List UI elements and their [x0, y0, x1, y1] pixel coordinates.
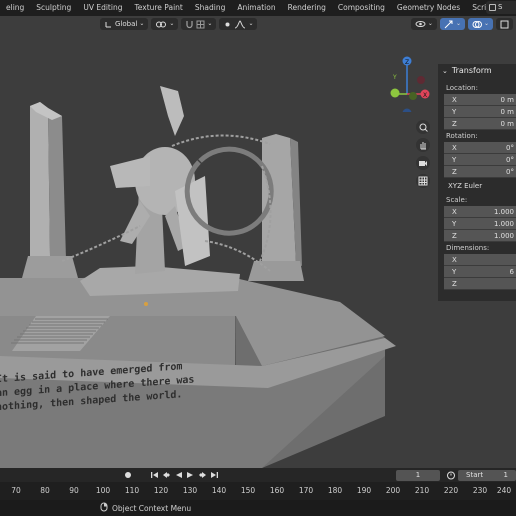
start-value: 1: [503, 471, 508, 479]
rotation-x-field[interactable]: X 0°: [444, 142, 516, 154]
scene-name: S: [498, 3, 503, 11]
tab-modeling[interactable]: eling: [0, 0, 30, 16]
rotation-mode-dropdown[interactable]: XYZ Euler: [444, 180, 516, 192]
ruler-tick: 110: [124, 486, 140, 495]
start-label: Start: [466, 471, 484, 479]
ruler-tick: 70: [11, 486, 21, 495]
gizmo-x-label: X: [423, 92, 427, 99]
jump-end-button[interactable]: [208, 469, 220, 480]
3d-viewport[interactable]: Global ⌄ ⌄ ⌄ ⌄ ⌄ ⌄ ⌄ It is said to have …: [0, 16, 516, 468]
status-bar: Object Context Menu: [0, 500, 516, 516]
tab-texture-paint[interactable]: Texture Paint: [128, 0, 188, 16]
hand-icon: [420, 142, 426, 150]
workspace-tab-bar: eling Sculpting UV Editing Texture Paint…: [0, 0, 516, 16]
ruler-tick: 220: [443, 486, 459, 495]
location-label: Location:: [446, 84, 478, 92]
camera-view-button[interactable]: [416, 156, 430, 170]
next-keyframe-icon: [198, 471, 206, 478]
dimensions-x-field[interactable]: X: [444, 254, 516, 266]
ruler-tick: 200: [385, 486, 401, 495]
scene-icon: [489, 3, 496, 11]
gizmo-z-label: Z: [405, 59, 409, 66]
gizmo-neg-x-axis[interactable]: [417, 76, 425, 84]
ruler-tick: 150: [240, 486, 256, 495]
gizmo-y-axis[interactable]: [390, 88, 400, 98]
tab-compositing[interactable]: Compositing: [332, 0, 391, 16]
pan-view-button[interactable]: [416, 138, 430, 152]
magnifier-icon: [419, 123, 428, 132]
next-keyframe-button[interactable]: [196, 469, 208, 480]
frame-ruler[interactable]: 70 80 90 100 110 120 130 140 150 160 170…: [0, 482, 516, 500]
toggle-perspective-button[interactable]: [416, 174, 430, 188]
play-button[interactable]: [184, 469, 196, 480]
ruler-tick: 190: [356, 486, 372, 495]
tab-geometry-nodes[interactable]: Geometry Nodes: [391, 0, 466, 16]
mouse-right-icon: [100, 502, 108, 514]
ruler-tick: 130: [182, 486, 198, 495]
ruler-tick: 100: [95, 486, 111, 495]
dimensions-y-field[interactable]: Y6: [444, 266, 516, 278]
start-frame-field[interactable]: Start 1: [458, 470, 516, 481]
jump-start-button[interactable]: [148, 469, 160, 480]
scene-selector[interactable]: S: [486, 1, 516, 14]
ruler-tick: 140: [211, 486, 227, 495]
scale-z-field[interactable]: Z 1.000: [444, 230, 516, 242]
chevron-down-icon: ⌄: [442, 67, 448, 75]
tab-rendering[interactable]: Rendering: [282, 0, 332, 16]
timeline-header: 1 Start 1: [0, 468, 516, 482]
gizmo-neg-z-axis[interactable]: [402, 108, 412, 113]
record-dot-icon: [125, 471, 131, 478]
rotation-label: Rotation:: [446, 132, 478, 140]
dimensions-label: Dimensions:: [446, 244, 490, 252]
tab-shading[interactable]: Shading: [189, 0, 231, 16]
scale-x-field[interactable]: X 1.000: [444, 206, 516, 218]
ruler-tick: 120: [153, 486, 169, 495]
navigation-gizmo[interactable]: Z X Y: [385, 52, 435, 112]
tab-animation[interactable]: Animation: [231, 0, 281, 16]
ruler-tick: 170: [298, 486, 314, 495]
tab-uv-editing[interactable]: UV Editing: [77, 0, 128, 16]
transform-panel-header[interactable]: ⌄ Transform: [438, 64, 516, 78]
play-reverse-icon: [175, 471, 182, 478]
jump-start-icon: [150, 471, 158, 478]
ruler-tick: 230: [472, 486, 488, 495]
rotation-z-field[interactable]: Z 0°: [444, 166, 516, 178]
ruler-tick: 180: [327, 486, 343, 495]
location-x-field[interactable]: X0 m: [444, 94, 516, 106]
stopwatch-icon[interactable]: [446, 470, 456, 482]
grid-icon: [418, 176, 428, 186]
panel-title: Transform: [451, 66, 492, 75]
gizmo-neg-y-axis[interactable]: [409, 92, 417, 100]
prev-keyframe-button[interactable]: [160, 469, 172, 480]
play-icon: [186, 471, 193, 478]
scale-label: Scale:: [446, 196, 468, 204]
ruler-tick: 210: [414, 486, 430, 495]
sidebar-panel: ⌄ Transform Location: X0 m Y0 m Z0 m Rot…: [438, 64, 516, 301]
gizmo-y-label: Y: [392, 74, 397, 81]
ruler-tick: 160: [269, 486, 285, 495]
zoom-view-button[interactable]: [416, 120, 430, 134]
scale-y-field[interactable]: Y 1.000: [444, 218, 516, 230]
keyframe-button[interactable]: [122, 469, 134, 480]
current-frame-field[interactable]: 1: [396, 470, 440, 481]
tab-sculpting[interactable]: Sculpting: [30, 0, 77, 16]
jump-end-icon: [210, 471, 218, 478]
play-reverse-button[interactable]: [172, 469, 184, 480]
ruler-tick: 90: [69, 486, 79, 495]
status-context-menu-hint: Object Context Menu: [112, 503, 192, 513]
ruler-tick: 80: [40, 486, 50, 495]
ruler-tick: 240: [496, 486, 512, 495]
location-z-field[interactable]: Z0 m: [444, 118, 516, 130]
playback-controls: [148, 469, 220, 480]
location-y-field[interactable]: Y0 m: [444, 106, 516, 118]
3d-cursor-icon: [144, 302, 148, 306]
dimensions-z-field[interactable]: Z: [444, 278, 516, 290]
rotation-y-field[interactable]: Y 0°: [444, 154, 516, 166]
camera-icon: [419, 160, 427, 166]
prev-keyframe-icon: [162, 471, 170, 478]
